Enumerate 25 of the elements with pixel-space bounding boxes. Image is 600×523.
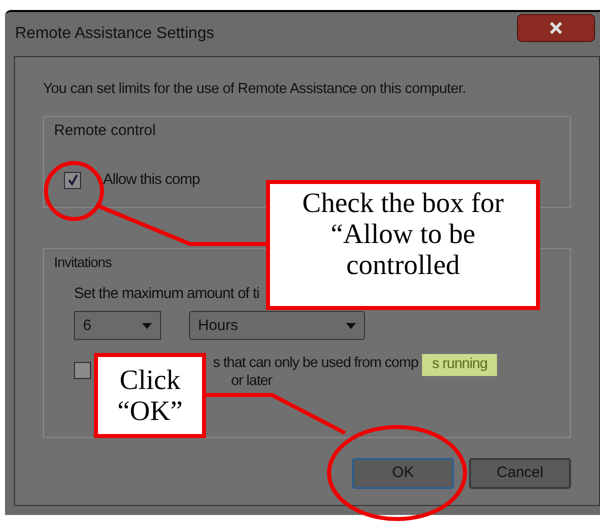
checkbox[interactable] xyxy=(64,172,81,188)
group-label: Invitations xyxy=(54,254,112,270)
group-label: Remote control xyxy=(54,122,156,139)
dropdown-arrow-icon xyxy=(142,322,152,329)
dialog-button[interactable]: Cancel xyxy=(469,458,571,489)
side-text: s running xyxy=(422,354,498,376)
instruction-text: Set the maximum amount of ti xyxy=(74,284,260,304)
checkbox-label: Allow this comp xyxy=(103,170,200,190)
checkbox-label: s that can only be used from comp or later xyxy=(213,354,418,390)
callout-text: “OK” xyxy=(117,396,183,426)
callout-text: controlled xyxy=(346,250,460,281)
callout-text: Check the box for xyxy=(302,188,504,219)
intro-text: You can set limits for the use of Remote Assistance on this computer. xyxy=(43,80,467,99)
close-button[interactable] xyxy=(517,14,595,42)
window-title: Remote Assistance Settings xyxy=(15,24,214,44)
dropdown[interactable]: Hours xyxy=(189,311,365,340)
checkmark-icon xyxy=(66,174,78,186)
checkbox[interactable] xyxy=(74,362,91,380)
dropdown[interactable]: 6 xyxy=(74,311,161,340)
highlight-circle xyxy=(44,161,104,221)
close-icon xyxy=(549,22,563,34)
callout-text: Click xyxy=(120,364,180,396)
dialog-button[interactable]: OK xyxy=(352,458,454,489)
callout-text: “Allow to be xyxy=(330,219,476,250)
dropdown-arrow-icon xyxy=(346,322,356,329)
